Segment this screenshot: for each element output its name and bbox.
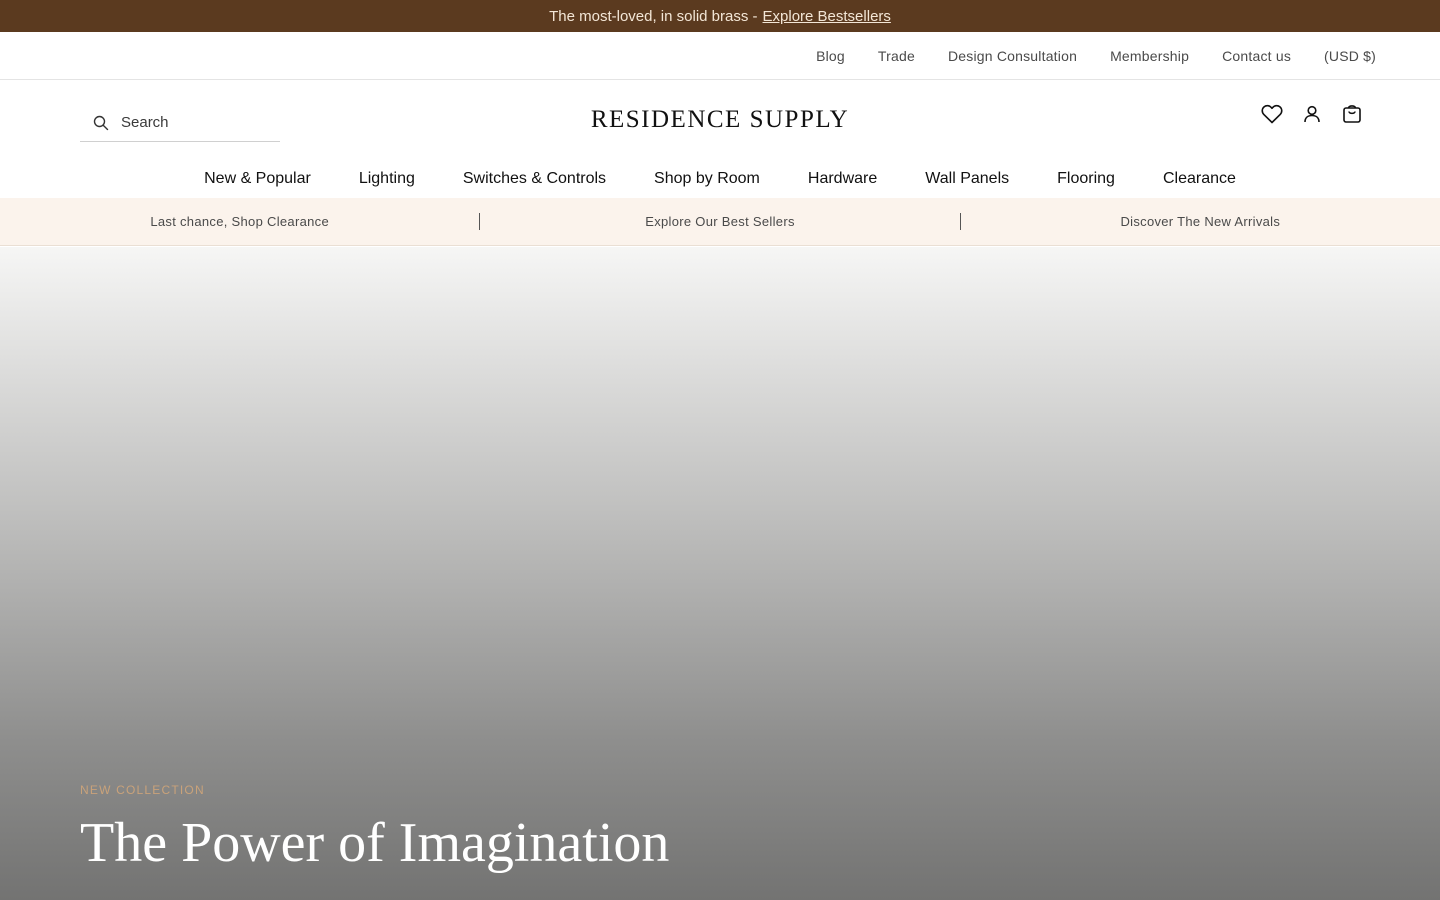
nav-item-new-popular[interactable]: New & Popular [204, 170, 311, 188]
hero-banner: NEW COLLECTION The Power of Imagination [0, 247, 1440, 900]
utility-link-trade[interactable]: Trade [878, 48, 915, 64]
nav-item-switches-controls[interactable]: Switches & Controls [463, 170, 606, 188]
header-icons [1244, 102, 1364, 126]
search-icon[interactable] [93, 115, 109, 131]
nav-item-shop-by-room[interactable]: Shop by Room [654, 170, 760, 188]
promo-link-new-arrivals[interactable]: Discover The New Arrivals [961, 214, 1440, 229]
main-nav: New & Popular Lighting Switches & Contro… [0, 160, 1440, 198]
hero-eyebrow: NEW COLLECTION [80, 783, 205, 797]
site-logo[interactable]: RESIDENCE SUPPLY [560, 106, 880, 134]
nav-item-flooring[interactable]: Flooring [1057, 170, 1115, 188]
account-icon[interactable] [1300, 102, 1324, 126]
utility-link-design-consultation[interactable]: Design Consultation [948, 48, 1077, 64]
search-box[interactable] [80, 104, 280, 142]
utility-link-membership[interactable]: Membership [1110, 48, 1189, 64]
promo-link-clearance[interactable]: Last chance, Shop Clearance [0, 214, 479, 229]
promo-bar: Last chance, Shop Clearance Explore Our … [0, 198, 1440, 246]
nav-item-wall-panels[interactable]: Wall Panels [925, 170, 1009, 188]
hero-title: The Power of Imagination [80, 812, 670, 874]
utility-link-contact[interactable]: Contact us [1222, 48, 1291, 64]
utility-link-blog[interactable]: Blog [816, 48, 845, 64]
cart-icon[interactable] [1340, 102, 1364, 126]
currency-selector[interactable]: (USD $) [1324, 48, 1376, 64]
utility-nav: Blog Trade Design Consultation Membershi… [0, 32, 1440, 80]
nav-item-clearance[interactable]: Clearance [1163, 170, 1236, 188]
announcement-text: The most-loved, in solid brass - [549, 7, 758, 25]
promo-link-best-sellers[interactable]: Explore Our Best Sellers [480, 214, 959, 229]
nav-item-lighting[interactable]: Lighting [359, 170, 415, 188]
heart-icon[interactable] [1260, 102, 1284, 126]
nav-item-hardware[interactable]: Hardware [808, 170, 877, 188]
explore-bestsellers-link[interactable]: Explore Bestsellers [763, 8, 891, 25]
announcement-bar: The most-loved, in solid brass - Explore… [0, 0, 1440, 32]
search-input[interactable] [121, 114, 271, 131]
site-header: RESIDENCE SUPPLY [0, 80, 1440, 160]
